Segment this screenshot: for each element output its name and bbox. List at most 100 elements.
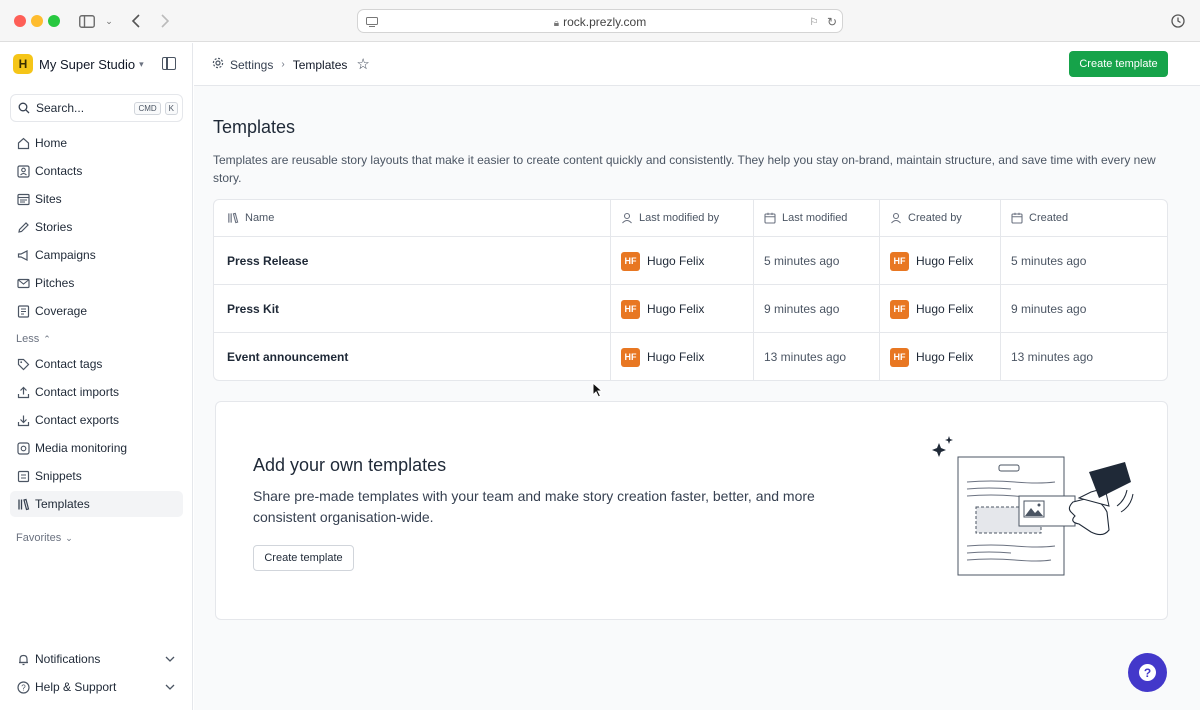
sidebar-item-coverage[interactable]: Coverage [10, 298, 183, 324]
question-icon: ? [1139, 664, 1156, 681]
favorites-toggle[interactable]: Favorites ⌄ [16, 532, 73, 544]
search-input[interactable]: Search... CMD K [10, 94, 183, 122]
sidebar-item-help-support[interactable]: ? Help & Support [10, 674, 183, 700]
contacts-icon [16, 164, 30, 178]
user-icon [621, 212, 633, 224]
template-name[interactable]: Event announcement [227, 333, 348, 380]
last-modified: 5 minutes ago [764, 254, 840, 268]
upload-icon [16, 385, 30, 399]
sidebar-item-home[interactable]: Home [10, 130, 183, 156]
main-content: Settings › Templates ☆ Create template T… [194, 43, 1200, 710]
chevron-down-icon: ⌄ [65, 532, 73, 543]
gear-icon [212, 57, 224, 72]
less-toggle[interactable]: Less ⌃ [16, 333, 51, 345]
mouse-cursor-icon [592, 382, 604, 398]
sidebar-item-templates[interactable]: Templates [10, 491, 183, 517]
help-chat-button[interactable]: ? [1128, 653, 1167, 692]
sidebar-item-snippets[interactable]: Snippets [10, 463, 183, 489]
table-row[interactable]: Press Release HF Hugo Felix 5 minutes ag… [214, 236, 1167, 285]
history-icon[interactable] [1168, 11, 1188, 31]
sidebar-item-contacts[interactable]: Contacts [10, 158, 183, 184]
template-name[interactable]: Press Kit [227, 285, 279, 333]
reload-icon[interactable]: ↻ [822, 12, 842, 32]
user-name: Hugo Felix [647, 302, 705, 316]
url-text: rock.prezly.com [563, 15, 647, 29]
avatar: HF [621, 347, 640, 367]
last-modified: 13 minutes ago [764, 350, 847, 364]
created: 5 minutes ago [1011, 254, 1087, 268]
column-header-created-by[interactable]: Created by [890, 200, 962, 236]
svg-text:?: ? [21, 683, 26, 692]
workspace-name: My Super Studio [39, 56, 136, 72]
created-by: HF Hugo Felix [890, 333, 973, 380]
column-header-created[interactable]: Created [1011, 200, 1068, 236]
avatar: HF [890, 299, 909, 319]
workspace-switcher[interactable]: H My Super Studio ▾ [13, 54, 144, 74]
templates-illustration-icon [932, 436, 1134, 576]
address-bar[interactable]: 🔒︎ rock.prezly.com ⚐ ↻ [357, 9, 843, 33]
sidebar-item-sites[interactable]: Sites [10, 186, 183, 212]
browser-toolbar: ⌄ 🔒︎ rock.prezly.com ⚐ ↻ [0, 0, 1200, 42]
workspace-logo: H [13, 54, 33, 74]
sidebar-toggle-icon[interactable] [77, 11, 97, 31]
favorites-label: Favorites [16, 532, 62, 544]
download-icon [16, 413, 30, 427]
kbd-cmd: CMD [134, 101, 161, 115]
empty-state-card: Add your own templates Share pre-made te… [215, 401, 1168, 620]
megaphone-icon [16, 248, 30, 262]
close-window-button[interactable] [14, 15, 26, 27]
back-arrow-icon[interactable] [126, 11, 146, 31]
column-header-label: Name [245, 212, 275, 224]
column-header-last-modified-by[interactable]: Last modified by [621, 200, 719, 236]
sidebar-item-label: Stories [35, 220, 73, 234]
last-modified: 9 minutes ago [764, 302, 840, 316]
table-row[interactable]: Event announcement HF Hugo Felix 13 minu… [214, 332, 1167, 380]
coverage-icon [16, 304, 30, 318]
chevron-down-icon: ▾ [139, 58, 144, 69]
minimize-window-button[interactable] [31, 15, 43, 27]
sidebar-item-campaigns[interactable]: Campaigns [10, 242, 183, 268]
chevron-down-icon[interactable]: ⌄ [99, 11, 119, 31]
create-template-button[interactable]: Create template [1069, 51, 1168, 77]
sidebar-item-pitches[interactable]: Pitches [10, 270, 183, 296]
pen-icon [16, 220, 30, 234]
templates-table: Name Last modified by Last modified Crea… [213, 199, 1168, 381]
chevron-down-icon [165, 654, 175, 664]
sidebar-item-label: Notifications [35, 652, 101, 666]
create-template-button[interactable]: Create template [253, 545, 354, 571]
column-header-name[interactable]: Name [227, 200, 274, 236]
forward-arrow-icon[interactable] [155, 11, 175, 31]
sidebar-item-label: Templates [35, 497, 90, 511]
home-icon [16, 136, 30, 150]
bell-icon [16, 652, 30, 666]
envelope-icon [16, 276, 30, 290]
star-icon[interactable]: ☆ [356, 57, 369, 72]
sidebar-item-contact-exports[interactable]: Contact exports [10, 407, 183, 433]
user-name: Hugo Felix [647, 350, 705, 364]
breadcrumb: Settings › Templates ☆ [212, 57, 370, 72]
breadcrumb-settings[interactable]: Settings [230, 58, 273, 72]
last-modified-by: HF Hugo Felix [621, 333, 705, 380]
chevron-down-icon [165, 682, 175, 692]
templates-icon [227, 212, 239, 224]
created: 13 minutes ago [1011, 350, 1094, 364]
user-name: Hugo Felix [647, 254, 705, 268]
snippet-icon [16, 469, 30, 483]
kbd-k: K [164, 101, 178, 115]
template-name[interactable]: Press Release [227, 237, 308, 285]
sidebar-item-media-monitoring[interactable]: Media monitoring [10, 435, 183, 461]
column-header-label: Last modified by [639, 212, 720, 224]
promo-text: Share pre-made templates with your team … [253, 488, 815, 525]
translate-icon[interactable]: ⚐ [804, 12, 824, 32]
maximize-window-button[interactable] [48, 15, 60, 27]
sidebar-item-label: Contacts [35, 164, 83, 178]
table-row[interactable]: Press Kit HF Hugo Felix 9 minutes ago HF… [214, 284, 1167, 333]
collapse-sidebar-icon[interactable] [162, 57, 176, 70]
sidebar-item-contact-imports[interactable]: Contact imports [10, 379, 183, 405]
sidebar-item-stories[interactable]: Stories [10, 214, 183, 240]
sidebar-item-notifications[interactable]: Notifications [10, 646, 183, 672]
column-header-last-modified[interactable]: Last modified [764, 200, 847, 236]
sidebar-item-contact-tags[interactable]: Contact tags [10, 351, 183, 377]
promo-title: Add your own templates [253, 455, 447, 475]
page-description: Templates are reusable story layouts tha… [213, 153, 1156, 185]
